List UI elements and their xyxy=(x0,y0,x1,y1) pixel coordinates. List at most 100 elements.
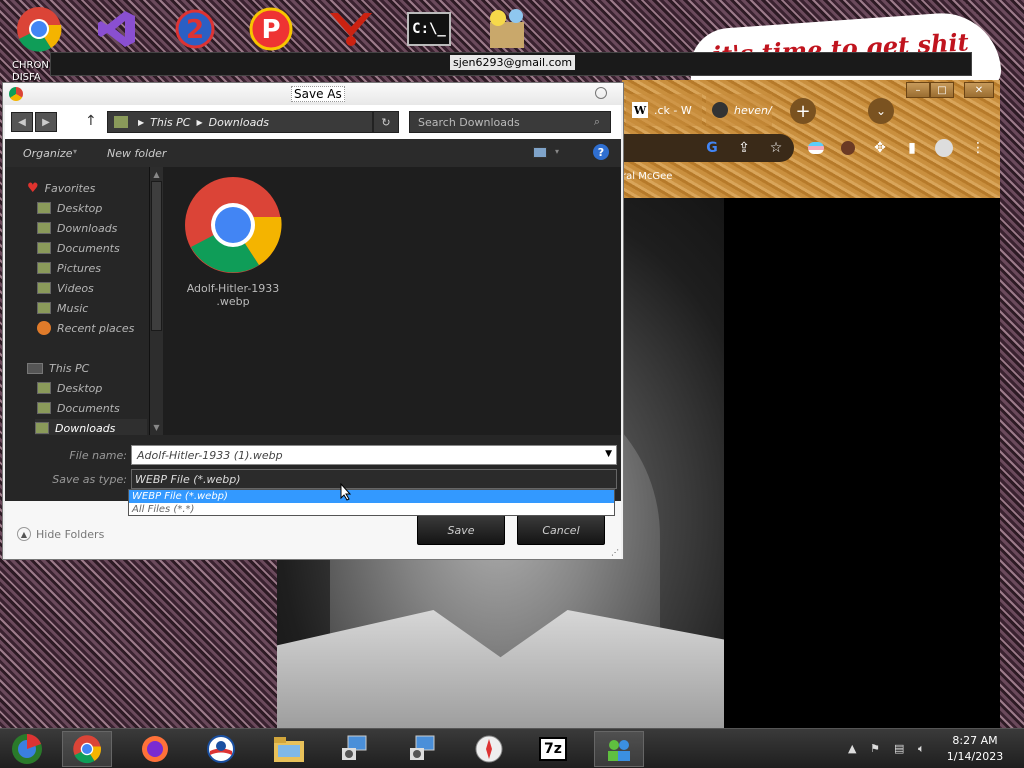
nav-item-label: Pictures xyxy=(57,261,102,275)
7zip-icon[interactable]: 7z xyxy=(528,731,578,767)
close-icon[interactable] xyxy=(595,87,607,99)
persona-icon[interactable] xyxy=(326,4,376,54)
safari-icon[interactable] xyxy=(464,731,514,767)
search-input[interactable]: Search Downloads ⌕ xyxy=(409,111,611,133)
svg-text:2: 2 xyxy=(186,15,204,45)
dialog-titlebar[interactable]: Save As xyxy=(3,83,623,105)
network-setup-icon[interactable] xyxy=(398,731,448,767)
firefox-icon[interactable] xyxy=(130,731,180,767)
nav-scrollbar[interactable]: ▲ ▼ xyxy=(149,167,163,435)
chrome-desktop-icon[interactable] xyxy=(14,4,64,54)
documents-icon xyxy=(37,402,51,414)
nav-item-pictures[interactable]: Pictures xyxy=(37,259,101,277)
volume-icon[interactable]: 🔈︎ xyxy=(918,742,925,756)
hide-folders-button[interactable]: ▲ Hide Folders xyxy=(17,527,104,541)
this-pc-header[interactable]: This PC xyxy=(27,359,89,377)
scroll-thumb[interactable] xyxy=(151,181,162,331)
cancel-button[interactable]: Cancel xyxy=(517,515,605,545)
help-icon[interactable]: ? xyxy=(593,144,609,160)
up-arrow-icon[interactable]: ↑ xyxy=(85,113,97,129)
nav-item-desktop[interactable]: Desktop xyxy=(37,199,102,217)
save-type-select[interactable]: WEBP File (*.webp) xyxy=(131,469,617,489)
maximize-button[interactable]: □ xyxy=(930,82,954,98)
save-type-option[interactable]: WEBP File (*.webp) xyxy=(129,490,614,503)
new-folder-button[interactable]: New folder xyxy=(107,147,166,160)
save-type-option[interactable]: All Files (*.*) xyxy=(129,503,614,516)
documents-icon xyxy=(37,242,51,254)
refresh-button[interactable]: ↻ xyxy=(373,111,399,133)
file-name-input[interactable]: Adolf-Hitler-1933 (1).webp ▼ xyxy=(131,445,617,465)
tab-wikipedia[interactable]: W .ck - W xyxy=(626,94,702,126)
taskbar: 7z ▲ ⚑ ▤ 🔈︎ 8:27 AM 1/14/2023 xyxy=(0,728,1024,768)
numbered-2-icon[interactable]: 2 xyxy=(170,4,220,54)
save-button[interactable]: Save xyxy=(417,515,505,545)
show-hidden-icons-chevron[interactable]: ▲ xyxy=(848,742,856,755)
organize-button[interactable]: Organize xyxy=(23,147,72,160)
clock-date: 1/14/2023 xyxy=(946,750,1004,763)
chevron-down-icon[interactable]: ▾ xyxy=(555,147,559,156)
music-icon xyxy=(37,302,51,314)
start-orb-icon[interactable] xyxy=(2,731,52,767)
downloads-icon xyxy=(37,222,51,234)
pictures-icon xyxy=(37,262,51,274)
clock[interactable]: 8:27 AM 1/14/2023 xyxy=(940,733,1010,765)
file-explorer-icon[interactable] xyxy=(264,731,314,767)
search-icon[interactable]: ⌕ xyxy=(586,113,608,131)
breadcrumb-separator: ▶ xyxy=(138,117,145,127)
share-icon[interactable]: ⇪ xyxy=(734,138,754,158)
nav-item-pc-desktop[interactable]: Desktop xyxy=(37,379,102,397)
p-app-icon[interactable]: P xyxy=(246,4,296,54)
network-setup-icon[interactable] xyxy=(330,731,380,767)
nav-item-documents[interactable]: Documents xyxy=(37,239,120,257)
minimize-button[interactable]: – xyxy=(906,82,930,98)
account-email: sjen6293@gmail.com xyxy=(450,55,576,70)
tab-search-button[interactable]: ⌄ xyxy=(868,98,894,124)
chevron-down-icon[interactable]: ▼ xyxy=(605,449,612,459)
scroll-up-arrow[interactable]: ▲ xyxy=(151,168,162,180)
chevron-up-icon: ▲ xyxy=(17,527,31,541)
desktop-icon xyxy=(37,382,51,394)
flag-extension-icon[interactable] xyxy=(806,138,826,158)
tab-label: heven/ xyxy=(734,103,772,117)
avatar-extension-icon[interactable] xyxy=(838,138,858,158)
nav-item-label: Videos xyxy=(57,281,94,295)
flag-icon[interactable]: ⚑ xyxy=(870,742,880,755)
google-icon[interactable]: G xyxy=(702,138,722,158)
command-prompt-icon[interactable]: C:\_ xyxy=(404,4,454,54)
bookmark-item[interactable]: ral McGee xyxy=(622,171,672,182)
breadcrumb-downloads[interactable]: Downloads xyxy=(209,116,269,129)
favorites-header[interactable]: ♥ Favorites xyxy=(27,179,95,197)
nav-item-downloads[interactable]: Downloads xyxy=(37,219,117,237)
extensions-icon[interactable]: ✥ xyxy=(870,138,890,158)
tab-label: .ck - W xyxy=(654,103,692,117)
bookmark-star-icon[interactable]: ☆ xyxy=(766,138,786,158)
network-icon[interactable]: ▤ xyxy=(894,742,904,755)
tab-github[interactable]: heven/ xyxy=(706,94,772,126)
profile-icon[interactable] xyxy=(934,138,954,158)
nav-item-label: Recent places xyxy=(57,321,135,335)
dialog-navigation: ◀ ▶ ↑ ▶ This PC ▶ Downloads ↻ Search Dow… xyxy=(5,105,621,139)
view-icon[interactable] xyxy=(533,147,547,158)
visual-studio-icon[interactable] xyxy=(92,4,142,54)
back-button[interactable]: ◀ xyxy=(11,112,33,132)
nav-item-videos[interactable]: Videos xyxy=(37,279,94,297)
address-breadcrumb[interactable]: ▶ This PC ▶ Downloads xyxy=(107,111,373,133)
menu-icon[interactable]: ⋮ xyxy=(968,138,988,158)
new-tab-button[interactable]: + xyxy=(790,98,816,124)
close-button[interactable]: ✕ xyxy=(964,82,994,98)
side-panel-icon[interactable]: ▮ xyxy=(902,138,922,158)
chrome-icon xyxy=(185,177,282,273)
forward-button[interactable]: ▶ xyxy=(35,112,57,132)
nav-item-pc-documents[interactable]: Documents xyxy=(37,399,120,417)
people-app-icon[interactable] xyxy=(594,731,644,767)
character-app-icon[interactable] xyxy=(482,4,532,54)
chrome-taskbar-button[interactable] xyxy=(62,731,112,767)
breadcrumb-this-pc[interactable]: This PC xyxy=(150,116,190,129)
chrome-desktop-label: CHRON DISFA xyxy=(12,60,49,83)
nav-item-music[interactable]: Music xyxy=(37,299,88,317)
scroll-down-arrow[interactable]: ▼ xyxy=(151,421,162,433)
nav-item-recent-places[interactable]: Recent places xyxy=(37,319,134,337)
obama-logo-icon[interactable] xyxy=(196,731,246,767)
resize-grip-icon[interactable]: ⋰ xyxy=(611,548,619,557)
file-item[interactable]: Adolf-Hitler-1933 .webp xyxy=(181,175,285,308)
